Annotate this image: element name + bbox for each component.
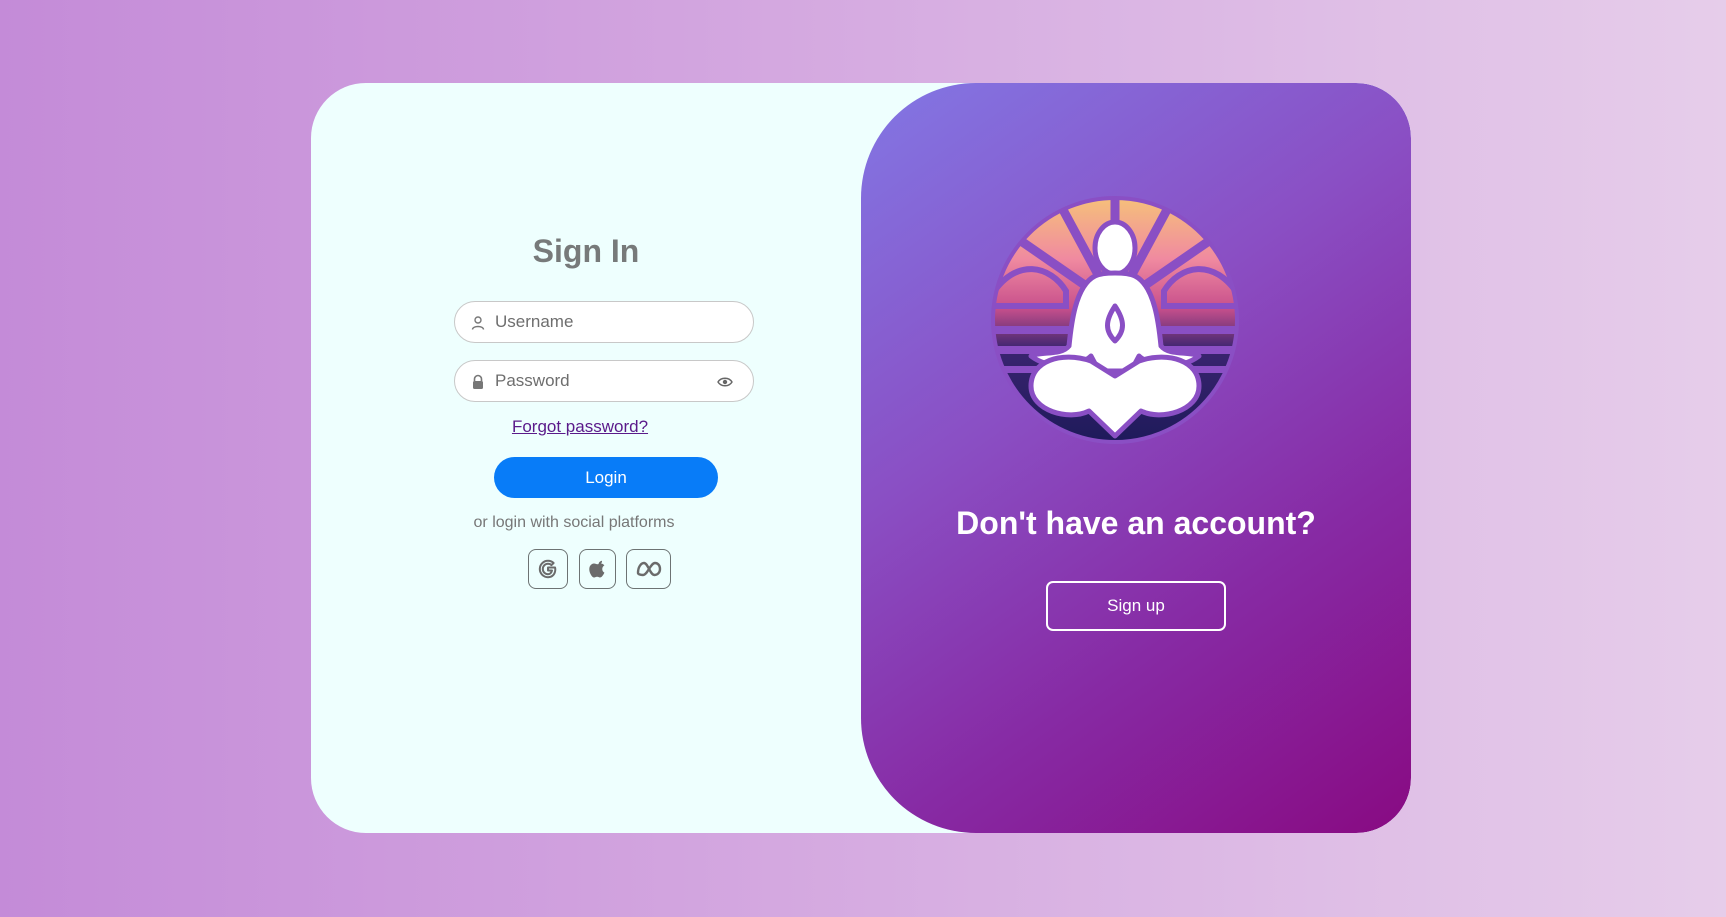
password-field[interactable]	[454, 360, 754, 402]
login-button[interactable]: Login	[494, 457, 718, 498]
lock-icon	[473, 374, 483, 389]
sign-up-button[interactable]: Sign up	[1046, 581, 1226, 631]
meditation-logo-icon	[991, 196, 1239, 444]
eye-icon[interactable]	[717, 374, 733, 390]
username-field[interactable]	[454, 301, 754, 343]
username-input[interactable]	[495, 302, 715, 342]
google-login-button[interactable]	[528, 549, 568, 589]
social-login-text: or login with social platforms	[473, 514, 675, 531]
sign-up-panel: Don't have an account? Sign up	[861, 83, 1411, 833]
user-icon	[471, 316, 485, 330]
apple-login-button[interactable]	[579, 549, 616, 589]
apple-icon	[588, 560, 604, 578]
sign-in-title: Sign In	[532, 233, 640, 269]
no-account-heading: Don't have an account?	[956, 505, 1316, 541]
sign-in-panel: Sign In Forgot password? Login or login …	[311, 83, 861, 833]
forgot-password-row: Forgot password?	[311, 417, 861, 437]
google-icon	[538, 559, 557, 579]
password-input[interactable]	[495, 361, 715, 401]
forgot-password-link[interactable]: Forgot password?	[512, 417, 648, 436]
meta-login-button[interactable]	[626, 549, 671, 589]
meta-icon	[636, 561, 661, 577]
auth-card: Sign In Forgot password? Login or login …	[311, 83, 1411, 833]
